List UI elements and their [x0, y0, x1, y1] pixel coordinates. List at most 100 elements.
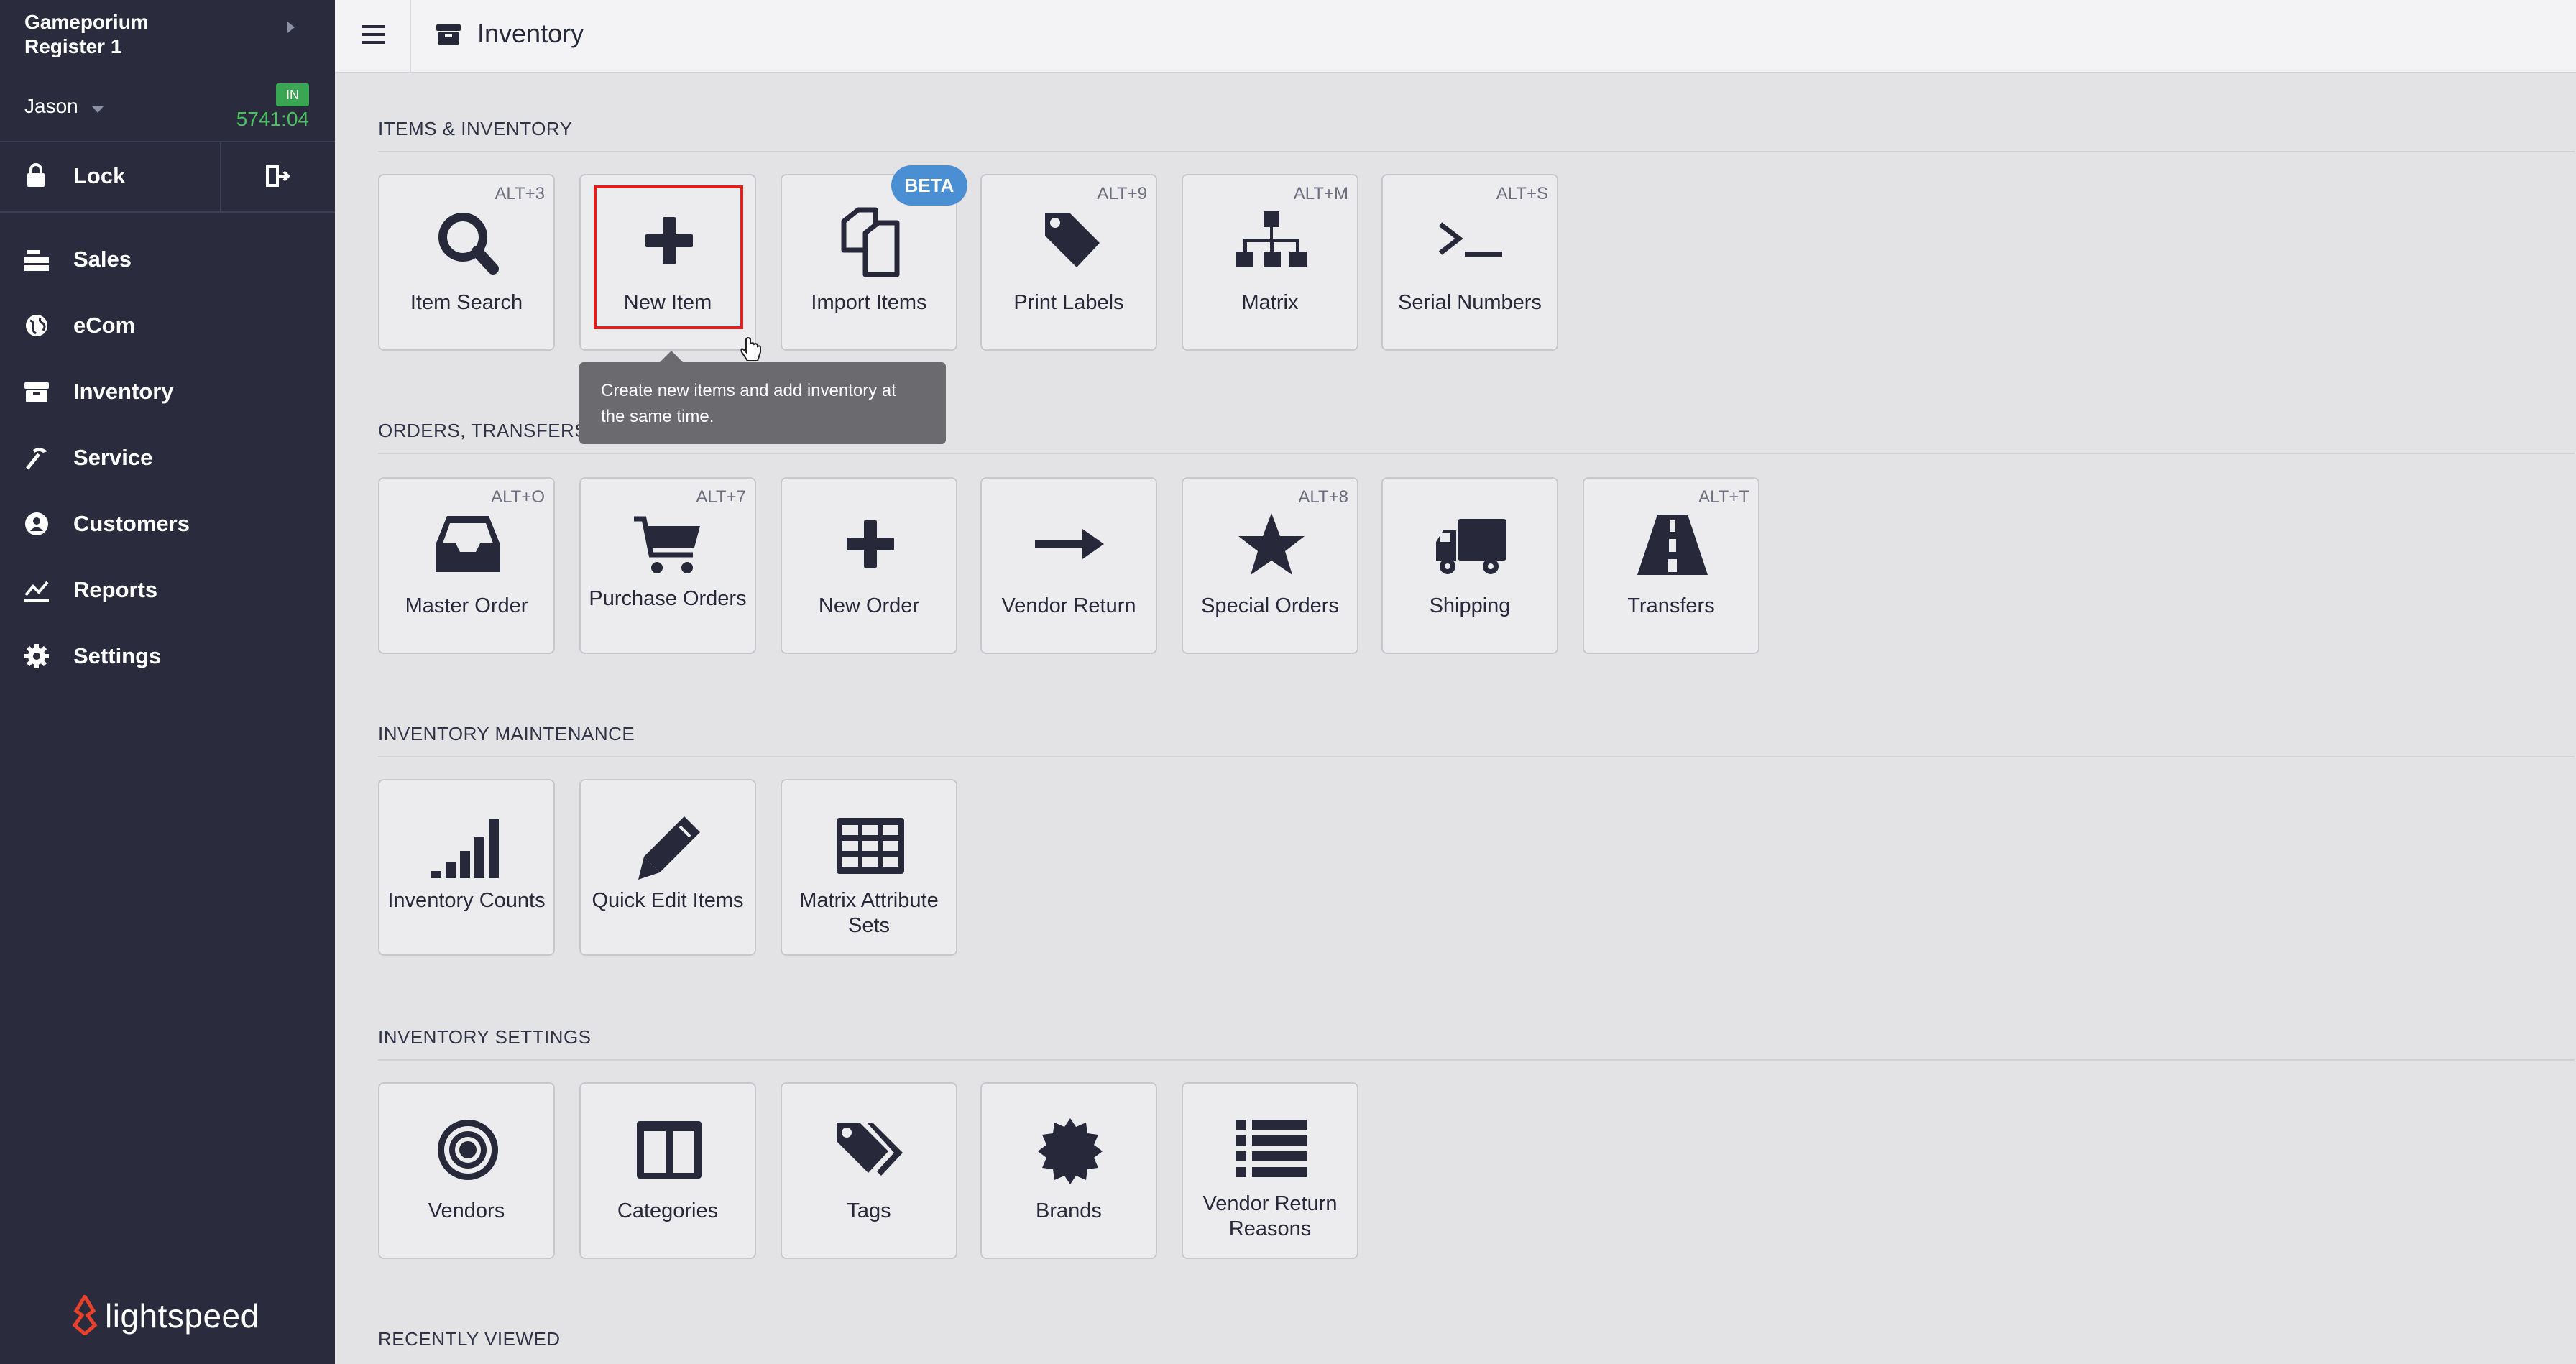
terminal-icon [1438, 222, 1502, 257]
divider [378, 756, 2575, 757]
section-title-orders: ORDERS, TRANSFERS, [378, 420, 593, 441]
tile-label: Tags [847, 1199, 891, 1222]
tile-matrix[interactable]: ALT+M Matrix [1182, 174, 1358, 351]
tile-brands[interactable]: Brands [980, 1082, 1157, 1259]
sales-icon [24, 250, 49, 271]
sidebar-item-label: Inventory [73, 379, 174, 404]
chevron-down-icon[interactable] [92, 106, 104, 113]
hamburger-menu-icon[interactable] [361, 23, 388, 46]
divider [378, 453, 2575, 454]
badge-seal-icon [1038, 1118, 1103, 1184]
arrow-right-icon [1035, 529, 1104, 559]
top-header: Inventory [335, 0, 2576, 73]
shortcut-label: ALT+3 [494, 184, 545, 203]
user-icon [25, 512, 48, 535]
tile-label: Matrix [1241, 291, 1299, 314]
tile-label: Serial Numbers [1398, 291, 1542, 314]
beta-badge: BETA [891, 165, 967, 206]
sidebar-item-reports[interactable]: Reports [0, 561, 335, 618]
tile-print-labels[interactable]: ALT+9 Print Labels [980, 174, 1157, 351]
divider [410, 0, 411, 72]
tile-categories[interactable]: Categories [579, 1082, 756, 1259]
tooltip: Create new items and add inventory at th… [579, 362, 946, 444]
tile-vendor-return-reasons[interactable]: Vendor Return Reasons [1182, 1082, 1358, 1259]
logout-icon[interactable] [263, 162, 292, 191]
tile-shipping[interactable]: Shipping [1381, 477, 1558, 654]
tile-inventory-counts[interactable]: Inventory Counts [378, 779, 555, 956]
sitemap-icon [1236, 211, 1307, 267]
section-title-settings: INVENTORY SETTINGS [378, 1026, 592, 1048]
tooltip-arrow [660, 351, 683, 362]
tile-label: Print Labels [1013, 291, 1124, 314]
section-title-items: ITEMS & INVENTORY [378, 118, 573, 139]
flame-icon [72, 1295, 98, 1335]
sidebar-item-inventory[interactable]: Inventory [0, 362, 335, 420]
lightspeed-logo: lightspeed [69, 1294, 270, 1337]
tile-tags[interactable]: Tags [781, 1082, 957, 1259]
lock-label: Lock [73, 163, 126, 188]
list-icon [1236, 1120, 1307, 1177]
chevron-right-icon[interactable] [288, 22, 295, 33]
sidebar-item-customers[interactable]: Customers [0, 494, 335, 552]
shortcut-label: ALT+7 [696, 487, 746, 507]
store-selector[interactable]: Gameporium Register 1 [24, 10, 149, 59]
user-menu[interactable]: Jason [24, 95, 78, 118]
sidebar-item-label: Settings [73, 643, 162, 668]
sidebar-item-ecom[interactable]: eCom [0, 296, 335, 354]
tile-label: New Order [818, 594, 920, 617]
sidebar-item-sales[interactable]: Sales [0, 230, 335, 287]
tile-special-orders[interactable]: ALT+8 Special Orders [1182, 477, 1358, 654]
divider [378, 151, 2575, 152]
store-name: Gameporium [24, 11, 149, 33]
logo-text: lightspeed [105, 1297, 259, 1335]
sidebar-item-label: Reports [73, 577, 158, 602]
tile-label: Matrix Attribute Sets [799, 889, 939, 937]
tile-master-order[interactable]: ALT+O Master Order [378, 477, 555, 654]
divider [0, 211, 335, 213]
tile-purchase-orders[interactable]: ALT+7 Purchase Orders [579, 477, 756, 654]
sidebar-item-service[interactable]: Service [0, 428, 335, 486]
inbox-icon [436, 516, 500, 572]
tag-icon [1045, 213, 1100, 267]
tile-transfers[interactable]: ALT+T Transfers [1583, 477, 1760, 654]
tile-label: Quick Edit Items [592, 889, 744, 912]
tile-label: Import Items [811, 291, 927, 314]
inventory-box-icon [436, 24, 461, 45]
hand-cursor-icon [740, 337, 761, 361]
tile-item-search[interactable]: ALT+3 Item Search [378, 174, 555, 351]
tile-vendors[interactable]: Vendors [378, 1082, 555, 1259]
divider [378, 1059, 2575, 1061]
sidebar: Gameporium Register 1 Jason IN 5741:04 L… [0, 0, 335, 1364]
tile-new-order[interactable]: New Order [781, 477, 957, 654]
tile-quick-edit-items[interactable]: Quick Edit Items [579, 779, 756, 956]
tags-icon [837, 1123, 903, 1176]
tile-matrix-attribute-sets[interactable]: Matrix Attribute Sets [781, 779, 957, 956]
page-title: Inventory [477, 19, 584, 48]
shortcut-label: ALT+8 [1298, 487, 1348, 507]
globe-icon [26, 315, 47, 336]
lock-button[interactable]: Lock [0, 142, 220, 211]
sidebar-item-label: eCom [73, 313, 136, 338]
tile-vendor-return[interactable]: Vendor Return [980, 477, 1157, 654]
tile-label: Brands [1036, 1199, 1102, 1222]
shortcut-label: ALT+M [1293, 184, 1348, 203]
cart-icon [634, 516, 700, 573]
wrench-icon [26, 448, 47, 470]
shortcut-label: ALT+S [1496, 184, 1548, 203]
truck-icon [1436, 519, 1506, 574]
clock-in-badge[interactable]: IN [276, 83, 309, 106]
tile-label: Categories [617, 1199, 719, 1222]
columns-icon [637, 1121, 702, 1179]
tile-serial-numbers[interactable]: ALT+S Serial Numbers [1381, 174, 1558, 351]
gear-icon [24, 644, 49, 668]
shortcut-label: ALT+9 [1097, 184, 1147, 203]
sidebar-item-label: Sales [73, 246, 132, 272]
shortcut-label: ALT+T [1698, 487, 1749, 507]
lock-icon [27, 163, 45, 187]
inventory-box-icon [24, 382, 49, 402]
tile-label: Purchase Orders [589, 587, 747, 610]
sidebar-item-label: Service [73, 445, 153, 470]
sidebar-item-settings[interactable]: Settings [0, 627, 335, 684]
tile-label: Vendor Return [1001, 594, 1136, 617]
target-icon [438, 1120, 498, 1180]
